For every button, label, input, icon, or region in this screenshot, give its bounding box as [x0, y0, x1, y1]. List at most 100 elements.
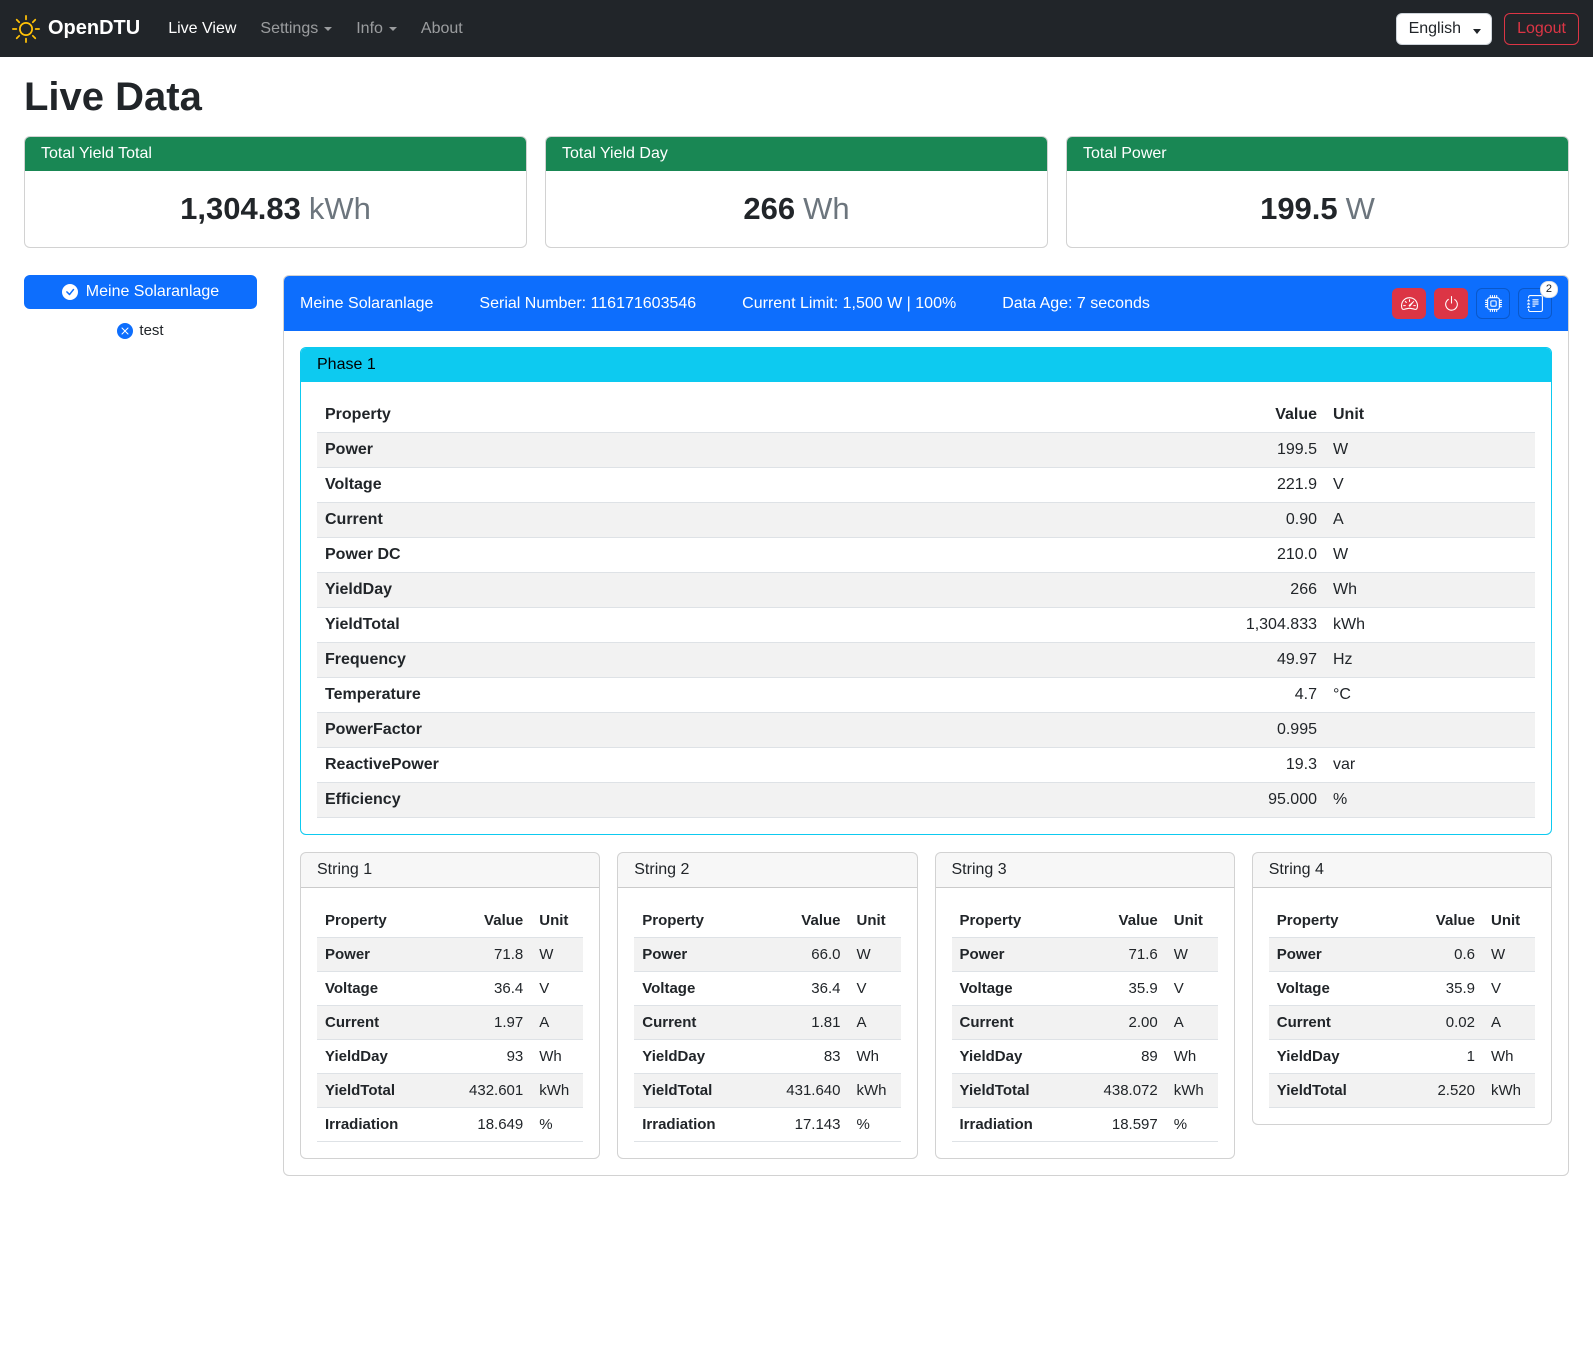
- language-select-value: English: [1409, 20, 1461, 37]
- unit-cell: var: [1325, 748, 1535, 783]
- inverter-name: Meine Solaranlage: [300, 295, 433, 313]
- card-title: Total Yield Total: [25, 137, 526, 171]
- phase-1-table: Property Value Unit Power: [317, 398, 1535, 818]
- unit-cell: V: [849, 972, 901, 1006]
- string-2-table: Property Value Unit Power: [634, 904, 900, 1142]
- value-cell: 1.81: [769, 1006, 849, 1040]
- value-cell: 35.9: [1403, 972, 1483, 1006]
- value-cell: 83: [769, 1040, 849, 1074]
- table-row: YieldDay 266 Wh: [317, 573, 1535, 608]
- table-row: Power 66.0 W: [634, 938, 900, 972]
- unit-cell: V: [531, 972, 583, 1006]
- table-header-row: Property Value Unit: [952, 904, 1218, 938]
- property-cell: Current: [1269, 1006, 1403, 1040]
- table-row: Power 71.6 W: [952, 938, 1218, 972]
- unit-cell: A: [849, 1006, 901, 1040]
- nav-about[interactable]: About: [413, 12, 471, 46]
- property-cell: Frequency: [317, 643, 1215, 678]
- phase-1-title: Phase 1: [301, 348, 1551, 382]
- limit-settings-button[interactable]: [1392, 288, 1426, 319]
- nav-settings[interactable]: Settings: [252, 12, 340, 46]
- property-cell: Power: [317, 938, 451, 972]
- unit-cell: A: [1166, 1006, 1218, 1040]
- table-row: Current 0.02 A: [1269, 1006, 1535, 1040]
- string-1-table-body: Power 71.8 W Voltage 36.4 V: [317, 938, 583, 1142]
- table-row: YieldDay 83 Wh: [634, 1040, 900, 1074]
- table-header-row: Property Value Unit: [317, 398, 1535, 433]
- total-yield-day-card: Total Yield Day 266Wh: [545, 136, 1048, 248]
- property-cell: YieldTotal: [634, 1074, 768, 1108]
- property-cell: Voltage: [634, 972, 768, 1006]
- string-4-card: String 4 Property Value Unit: [1252, 852, 1552, 1125]
- table-row: YieldTotal 1,304.833 kWh: [317, 608, 1535, 643]
- table-row: ReactivePower 19.3 var: [317, 748, 1535, 783]
- unit-cell: Wh: [1325, 573, 1535, 608]
- value-cell: 93: [451, 1040, 531, 1074]
- power-button[interactable]: [1434, 288, 1468, 319]
- property-cell: Voltage: [317, 972, 451, 1006]
- power-icon: [1443, 295, 1460, 312]
- unit-cell: A: [531, 1006, 583, 1040]
- table-header-row: Property Value Unit: [634, 904, 900, 938]
- unit-cell: Wh: [1166, 1040, 1218, 1074]
- property-cell: Current: [952, 1006, 1086, 1040]
- total-yield-day-unit: Wh: [803, 191, 850, 226]
- inverter-serial: Serial Number: 116171603546: [479, 295, 696, 313]
- col-property: Property: [317, 398, 1215, 433]
- value-cell: 2.00: [1086, 1006, 1166, 1040]
- unit-cell: A: [1483, 1006, 1535, 1040]
- unit-cell: W: [1325, 538, 1535, 573]
- table-row: YieldTotal 2.520 kWh: [1269, 1074, 1535, 1108]
- value-cell: 221.9: [1215, 468, 1325, 503]
- device-info-button[interactable]: [1476, 288, 1510, 319]
- strings-grid: String 1 Property Value Unit: [300, 852, 1552, 1159]
- value-cell: 199.5: [1215, 433, 1325, 468]
- speedometer-icon: [1401, 295, 1418, 312]
- language-select[interactable]: English: [1396, 13, 1492, 45]
- value-cell: 36.4: [451, 972, 531, 1006]
- value-cell: 266: [1215, 573, 1325, 608]
- table-row: Voltage 36.4 V: [317, 972, 583, 1006]
- property-cell: Irradiation: [317, 1108, 451, 1142]
- col-property: Property: [634, 904, 768, 938]
- property-cell: Voltage: [952, 972, 1086, 1006]
- sidebar-item-meine-solaranlage[interactable]: Meine Solaranlage: [24, 275, 257, 309]
- property-cell: Power: [317, 433, 1215, 468]
- property-cell: Voltage: [1269, 972, 1403, 1006]
- table-row: YieldTotal 432.601 kWh: [317, 1074, 583, 1108]
- unit-cell: %: [1325, 783, 1535, 818]
- top-navbar: OpenDTU Live View Settings Info About En…: [0, 0, 1593, 57]
- col-unit: Unit: [1483, 904, 1535, 938]
- table-row: Voltage 35.9 V: [1269, 972, 1535, 1006]
- value-cell: 438.072: [1086, 1074, 1166, 1108]
- table-row: Current 0.90 A: [317, 503, 1535, 538]
- property-cell: Irradiation: [634, 1108, 768, 1142]
- unit-cell: °C: [1325, 678, 1535, 713]
- property-cell: Power: [634, 938, 768, 972]
- unit-cell: Wh: [531, 1040, 583, 1074]
- table-row: Current 2.00 A: [952, 1006, 1218, 1040]
- unit-cell: Hz: [1325, 643, 1535, 678]
- event-log-button[interactable]: 2: [1518, 288, 1552, 319]
- chevron-down-icon: [1473, 29, 1481, 34]
- unit-cell: kWh: [1483, 1074, 1535, 1108]
- value-cell: 89: [1086, 1040, 1166, 1074]
- inverter-toolbar: 2: [1392, 288, 1552, 319]
- property-cell: Current: [634, 1006, 768, 1040]
- nav-live-view[interactable]: Live View: [160, 12, 244, 46]
- col-value: Value: [451, 904, 531, 938]
- table-row: Voltage 35.9 V: [952, 972, 1218, 1006]
- nav-settings-label: Settings: [260, 20, 318, 38]
- string-1-card: String 1 Property Value Unit: [300, 852, 600, 1159]
- logout-button[interactable]: Logout: [1504, 13, 1579, 45]
- value-cell: 431.640: [769, 1074, 849, 1108]
- property-cell: YieldTotal: [317, 1074, 451, 1108]
- sidebar-item-test[interactable]: test: [24, 322, 257, 339]
- brand[interactable]: OpenDTU: [12, 15, 140, 43]
- nav-info[interactable]: Info: [348, 12, 405, 46]
- inverter-data-age: Data Age: 7 seconds: [1002, 295, 1150, 313]
- col-value: Value: [1215, 398, 1325, 433]
- col-value: Value: [1403, 904, 1483, 938]
- table-header-row: Property Value Unit: [317, 904, 583, 938]
- col-property: Property: [317, 904, 451, 938]
